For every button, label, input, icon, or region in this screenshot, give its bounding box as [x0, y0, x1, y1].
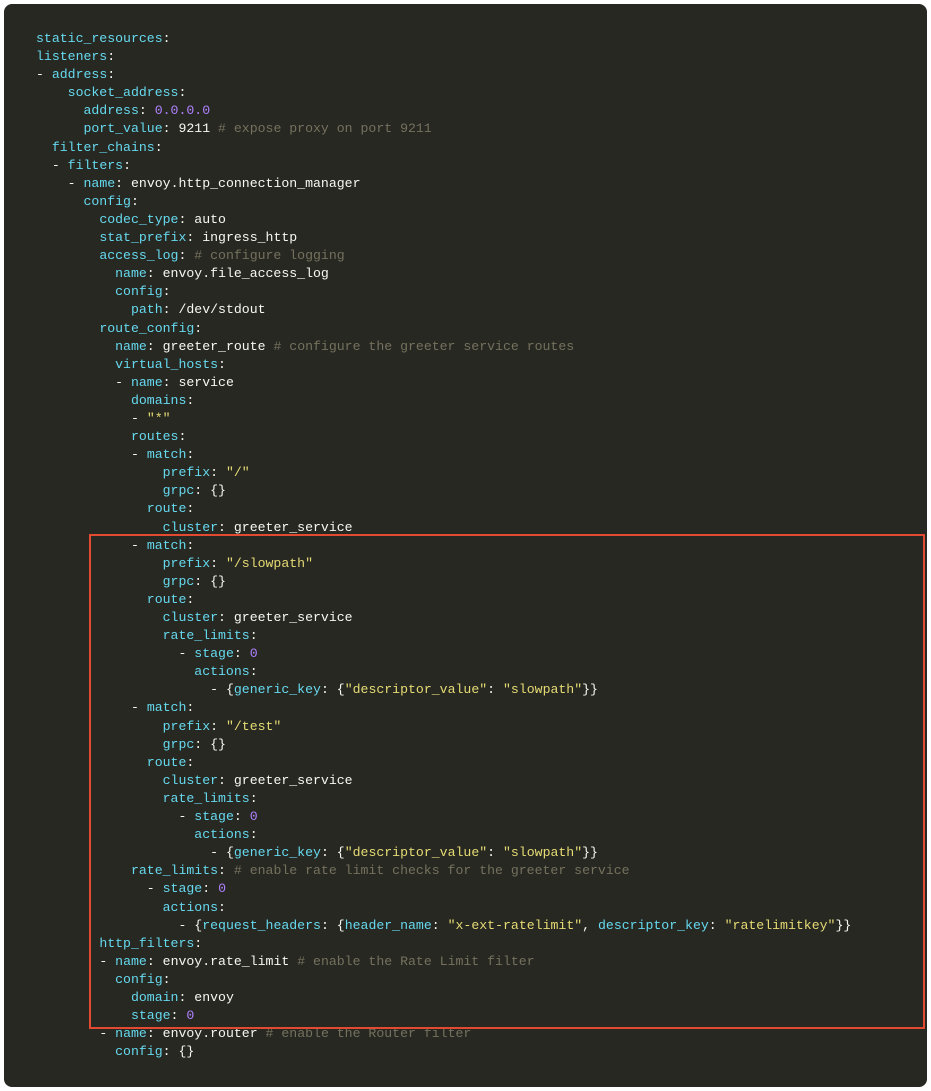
key-path: path — [131, 302, 163, 317]
yaml-code-block: static_resources: listeners: - address: … — [4, 4, 927, 1087]
key-stage: stage — [194, 646, 234, 661]
key-domains: domains — [131, 393, 186, 408]
val-envoy: envoy — [194, 990, 234, 1005]
key-request-headers: request_headers — [202, 918, 321, 933]
val-star: "*" — [147, 411, 171, 426]
key-actions: actions — [194, 664, 249, 679]
key-rate-limits2: rate_limits — [163, 791, 250, 806]
val-stage0b: 0 — [250, 809, 258, 824]
key-match: match — [147, 447, 187, 462]
key-name3: name — [115, 339, 147, 354]
val-prefix-slowpath: "/slowpath" — [226, 556, 313, 571]
key-cluster3: cluster — [163, 773, 218, 788]
key-generic-key2: generic_key — [234, 845, 321, 860]
key-prefix2: prefix — [163, 556, 210, 571]
key-grpc2: grpc — [163, 574, 195, 589]
comment-rate-limit: # enable the Rate Limit filter — [297, 954, 534, 969]
key-cluster2: cluster — [163, 610, 218, 625]
key-listeners: listeners — [36, 49, 107, 64]
key-generic-key: generic_key — [234, 682, 321, 697]
key-name5: name — [115, 954, 147, 969]
comment-route-config: # configure the greeter service routes — [273, 339, 574, 354]
val-address: 0.0.0.0 — [155, 103, 210, 118]
comment-port: # expose proxy on port 9211 — [218, 121, 432, 136]
key-prefix: prefix — [163, 465, 210, 480]
val-envoy-hcm: envoy.http_connection_manager — [131, 176, 361, 191]
key-actions3: actions — [163, 900, 218, 915]
key-config3: config — [115, 972, 162, 987]
key-prefix3: prefix — [163, 719, 210, 734]
key-route3: route — [147, 755, 187, 770]
val-port: 9211 — [178, 121, 210, 136]
val-ratelimitkey: "ratelimitkey" — [725, 918, 836, 933]
key-actions2: actions — [194, 827, 249, 842]
key-codec-type: codec_type — [99, 212, 178, 227]
val-stage0d: 0 — [186, 1008, 194, 1023]
val-prefix-root: "/" — [226, 465, 250, 480]
val-x-ext-ratelimit: "x-ext-ratelimit" — [448, 918, 583, 933]
key-route-config: route_config — [99, 321, 194, 336]
val-greeter-route: greeter_route — [163, 339, 266, 354]
comment-access-log: # configure logging — [194, 248, 344, 263]
key-filters: filters — [68, 158, 123, 173]
val-stat-prefix: ingress_http — [202, 230, 297, 245]
val-slowpath: "slowpath" — [503, 682, 582, 697]
val-greeter-service: greeter_service — [234, 520, 353, 535]
val-path: /dev/stdout — [178, 302, 265, 317]
key-http-filters: http_filters — [99, 936, 194, 951]
key-match2: match — [147, 538, 187, 553]
key-rate-limits: rate_limits — [163, 628, 250, 643]
key-cluster: cluster — [163, 520, 218, 535]
key-descriptor-key: descriptor_key — [598, 918, 709, 933]
val-greeter-service2: greeter_service — [234, 610, 353, 625]
key-static-resources: static_resources — [36, 31, 163, 46]
val-codec-type: auto — [194, 212, 226, 227]
key-config4: config — [115, 1044, 162, 1059]
key-address: address — [52, 67, 107, 82]
val-prefix-test: "/test" — [226, 719, 281, 734]
key-address2: address — [83, 103, 138, 118]
key-virtual-hosts: virtual_hosts — [115, 357, 218, 372]
key-name4: name — [131, 375, 163, 390]
key-name: name — [84, 176, 116, 191]
comment-rate-limits: # enable rate limit checks for the greet… — [234, 863, 630, 878]
val-greeter-service3: greeter_service — [234, 773, 353, 788]
key-stage2: stage — [194, 809, 234, 824]
comment-router: # enable the Router filter — [266, 1026, 472, 1041]
val-envoy-router: envoy.router — [163, 1026, 258, 1041]
val-envoy-rate-limit: envoy.rate_limit — [163, 954, 290, 969]
key-config2: config — [115, 284, 162, 299]
val-stage0c: 0 — [218, 881, 226, 896]
key-stage3: stage — [163, 881, 203, 896]
key-route: route — [147, 501, 187, 516]
key-name6: name — [115, 1026, 147, 1041]
key-route2: route — [147, 592, 187, 607]
key-grpc3: grpc — [163, 737, 195, 752]
key-match3: match — [147, 700, 187, 715]
key-config: config — [83, 194, 130, 209]
val-slowpath2: "slowpath" — [503, 845, 582, 860]
key-filter-chains: filter_chains — [52, 140, 155, 155]
key-grpc: grpc — [163, 483, 195, 498]
key-access-log: access_log — [99, 248, 178, 263]
val-stage0: 0 — [250, 646, 258, 661]
key-name2: name — [115, 266, 147, 281]
key-port-value: port_value — [83, 121, 162, 136]
key-domain: domain — [131, 990, 178, 1005]
val-descriptor-value: "descriptor_value" — [345, 682, 487, 697]
key-stat-prefix: stat_prefix — [99, 230, 186, 245]
val-envoy-fal: envoy.file_access_log — [163, 266, 329, 281]
key-routes: routes — [131, 429, 178, 444]
key-socket-address: socket_address — [68, 85, 179, 100]
key-rate-limits3: rate_limits — [131, 863, 218, 878]
key-header-name: header_name — [345, 918, 432, 933]
key-stage4: stage — [131, 1008, 171, 1023]
val-descriptor-value2: "descriptor_value" — [345, 845, 487, 860]
val-service: service — [178, 375, 233, 390]
